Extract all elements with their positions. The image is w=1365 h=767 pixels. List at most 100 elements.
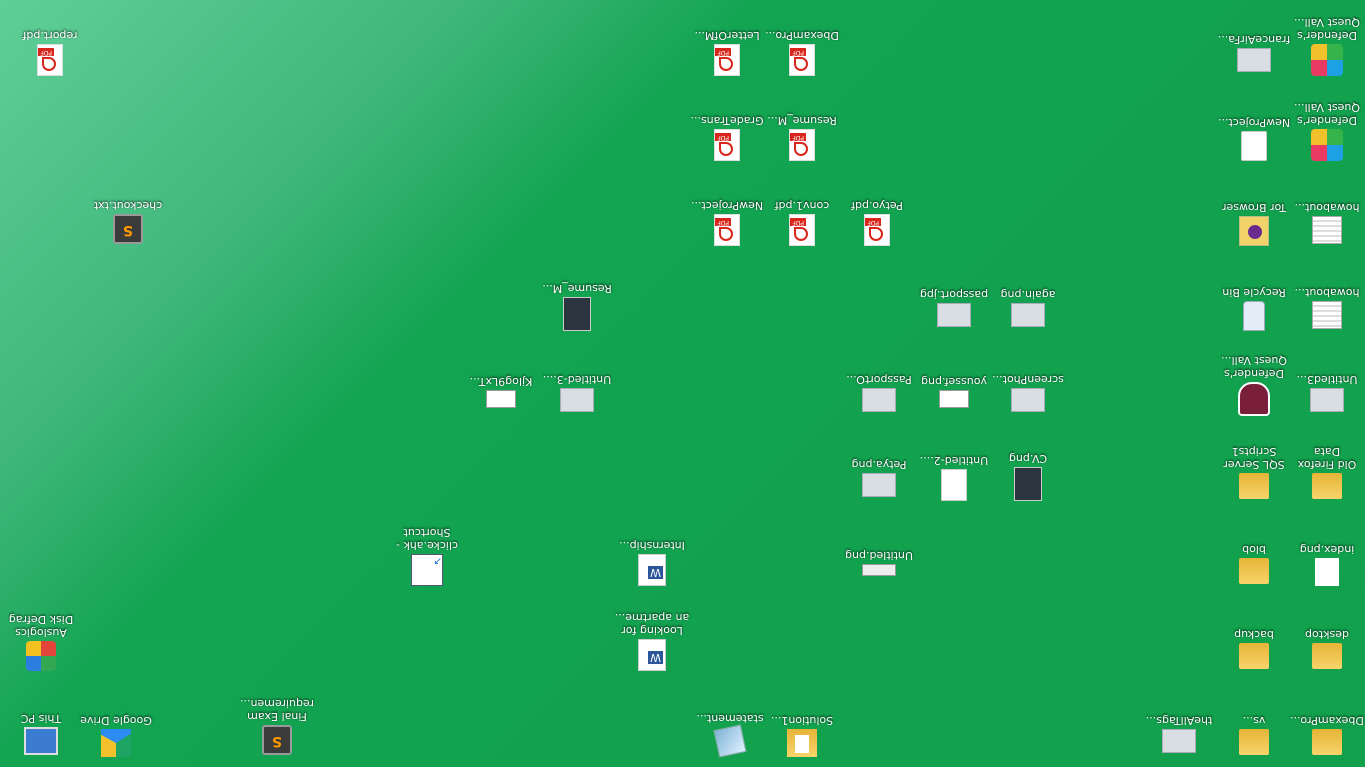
desktop-icon-defenders-quest-3[interactable]: Defender's Quest Vall... [1289,6,1365,84]
desktop-icon-statement[interactable]: statement... [692,687,768,765]
desktop-icon-auslogics[interactable]: Auslogics Disk Defrag [3,601,79,679]
desktop-icon-thealltags[interactable]: theAllTags... [1141,687,1217,765]
icon-label: NewProject... [690,199,764,212]
desktop-icon-untitled-3[interactable]: Untitled-3.... [539,346,615,424]
icon-label: Petya.png [851,458,907,471]
pdf-icon [864,214,890,246]
image-icon [560,388,594,412]
icon-label: blob [1242,543,1266,556]
image-icon [1312,216,1342,244]
desktop-icon-untitled-2[interactable]: Untitled-2.... [916,431,992,509]
desktop-icon-kjiog9lxt[interactable]: KjIog9LxT... [463,346,539,424]
desktop-icon-recycle-bin[interactable]: Recycle Bin [1216,261,1292,339]
icon-label: statement... [696,712,764,725]
pdf-icon [714,44,740,76]
folder-icon [1312,729,1342,755]
desktop-icon-report-pdf[interactable]: report.pdf [12,6,88,84]
desktop-icon-defenders-quest-2[interactable]: Defender's Quest Vall... [1289,91,1365,169]
desktop-icon-desktop-folder[interactable]: desktop [1289,601,1365,679]
icon-label: Defender's Quest Vall... [1221,354,1287,380]
image-icon [1312,301,1342,329]
desktop-icon-newproject-cat[interactable]: NewProject... [1216,91,1292,169]
desktop-icon-again-png[interactable]: again.png [990,261,1066,339]
image-icon [941,469,967,501]
google-drive-icon [101,729,131,757]
icon-label: passport.jpg [919,288,989,301]
icon-label: This PC [20,712,62,725]
desktop-icon-letterofm[interactable]: LetterOfM... [689,6,765,84]
icon-label: Untitled3... [1296,373,1358,386]
icon-label: desktop [1305,628,1349,641]
desktop-icon-tor-browser[interactable]: Tor Browser [1216,176,1292,254]
icon-label: Recycle Bin [1222,286,1286,299]
icon-label: index.png [1299,543,1355,556]
desktop-icon-dbexampro-folder[interactable]: DbexamPro... [1289,687,1365,765]
desktop-icon-dbexampro-pdf[interactable]: DbexamPro... [764,6,840,84]
desktop-icon-howabout-2[interactable]: howabout... [1289,176,1365,254]
icon-label: Old Firefox Data [1297,445,1357,471]
desktop-icon-vs[interactable]: vs... [1216,687,1292,765]
desktop-icon-youssef-png[interactable]: youssef.png [916,346,992,424]
icon-label: clicke.ahk - Shortcut [396,526,458,552]
icon-label: theAllTags... [1145,714,1213,727]
desktop-icon-resume-m-pdf[interactable]: Resume_M... [764,91,840,169]
desktop-icon-clicke-shortcut[interactable]: clicke.ahk - Shortcut [389,516,465,594]
desktop-icon-passporto[interactable]: PassportO... [841,346,917,424]
icon-label: Defender's Quest Vall... [1294,16,1360,42]
image-icon [1315,558,1339,586]
shortcut-icon [411,554,443,586]
icon-label: Google Drive [80,714,152,727]
desktop-icon-solution1[interactable]: Solution1... [764,687,840,765]
icon-label: Final Exam requiremen... [239,697,315,723]
desktop-icon-passport-jpg[interactable]: passport.jpg [916,261,992,339]
image-icon [862,473,896,497]
desktop-icon-final-exam[interactable]: S Final Exam requiremen... [239,687,315,765]
icon-label: Petyo.pdf [851,199,903,212]
desktop-icon-franceairfa[interactable]: franceAirFa... [1216,6,1292,84]
folder-icon [1239,473,1269,499]
desktop-icon-conv1-pdf[interactable]: conv1.pdf [764,176,840,254]
icon-label: Untitled-3.... [542,373,612,386]
desktop-icon-petyo-pdf[interactable]: Petyo.pdf [839,176,915,254]
image-icon [939,390,969,408]
desktop-icon-blob[interactable]: blob [1216,516,1292,594]
desktop-icon-untitled3[interactable]: Untitled3... [1289,346,1365,424]
icon-label: LetterOfM... [694,29,760,42]
icon-label: PassportO... [846,373,912,386]
icon-label: report.pdf [22,29,78,42]
image-icon [563,297,591,331]
desktop-icon-newproject-pdf[interactable]: NewProject... [689,176,765,254]
icon-label: Auslogics Disk Defrag [8,613,74,639]
desktop-icon-backup[interactable]: backup [1216,601,1292,679]
desktop-icon-old-firefox-data[interactable]: Old Firefox Data [1289,431,1365,509]
desktop-icon-howabout-1[interactable]: howabout... [1289,261,1365,339]
folder-doc-icon [787,729,817,757]
icon-label: youssef.png [921,375,987,388]
desktop-icon-gradetrans[interactable]: GradeTrans... [689,91,765,169]
image-icon [1014,467,1042,501]
icon-label: again.png [1000,288,1056,301]
desktop-icon-this-pc[interactable]: This PC [3,687,79,765]
desktop-icon-petya-png[interactable]: Petya.png [841,431,917,509]
icon-label: howabout... [1294,201,1360,214]
image-icon [1310,388,1344,412]
desktop-icon-untitled-png[interactable]: Untitled.png [841,516,917,594]
icon-label: CV.png [1008,452,1048,465]
image-icon [1011,303,1045,327]
desktop-icon-cv-png[interactable]: CV.png [990,431,1066,509]
desktop-icon-screenphot[interactable]: screenPhot... [990,346,1066,424]
desktop-icon-internship[interactable]: Internship... [614,516,690,594]
recycle-bin-icon [1243,301,1265,331]
statement-icon [713,724,747,758]
desktop-icon-looking-apartment[interactable]: Looking for an apartme... [614,601,690,679]
cat-icon [1241,131,1267,161]
desktop-icon-defenders-quest-1[interactable]: Defender's Quest Vall... [1216,346,1292,424]
icon-label: screenPhot... [992,373,1064,386]
desktop-icon-sql-server-scripts[interactable]: SQL Server Scripts1 [1216,431,1292,509]
desktop-icon-google-drive[interactable]: Google Drive [78,687,154,765]
pdf-icon [714,214,740,246]
desktop-icon-resume-m-img[interactable]: Resume_M... [539,261,615,339]
desktop-icon-checkout-txt[interactable]: S checkout.txt [90,176,166,254]
image-icon [862,388,896,412]
desktop-icon-index-png[interactable]: index.png [1289,516,1365,594]
